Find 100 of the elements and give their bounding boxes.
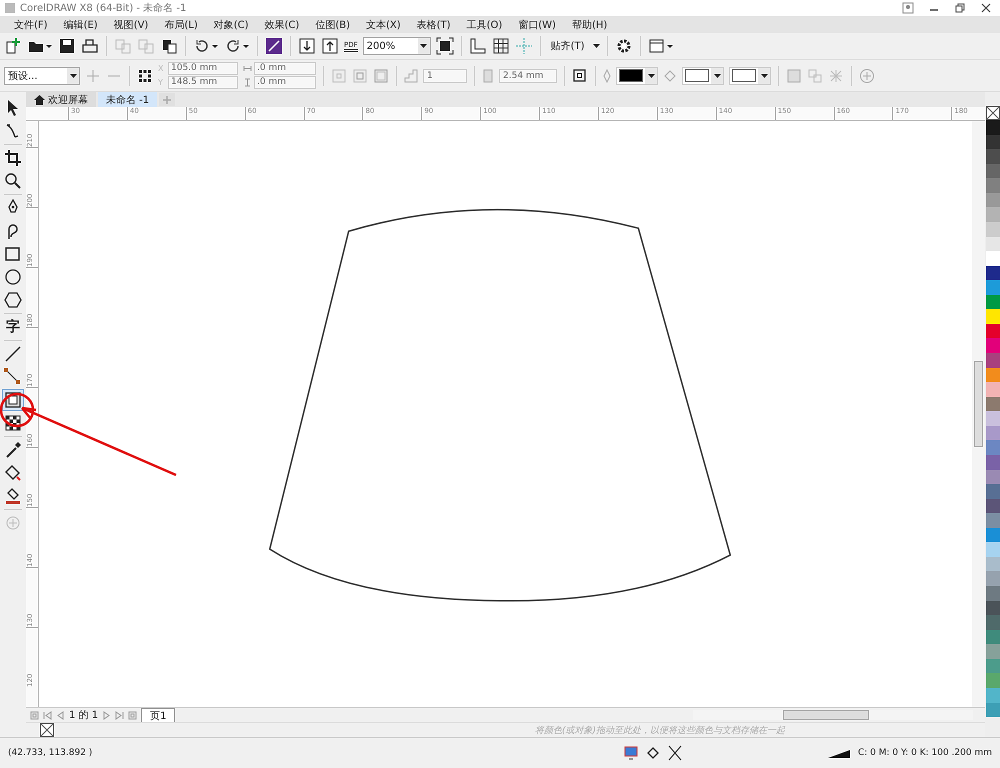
outline-color-dropdown[interactable] xyxy=(616,66,658,84)
height-field[interactable]: .0 mm xyxy=(254,76,316,89)
menu-item[interactable]: 窗口(W) xyxy=(510,18,564,32)
paste-icon[interactable] xyxy=(160,37,178,55)
color-swatch[interactable] xyxy=(986,484,1000,499)
color-swatch[interactable] xyxy=(986,120,1000,135)
window-icon[interactable] xyxy=(648,37,674,55)
color-swatch[interactable] xyxy=(986,164,1000,178)
rulers-icon[interactable] xyxy=(468,37,487,55)
color-swatch[interactable] xyxy=(986,615,1000,630)
caret-icon[interactable] xyxy=(70,74,76,78)
full-screen-icon[interactable] xyxy=(436,37,454,55)
color-swatch[interactable] xyxy=(986,658,1000,674)
color-swatch[interactable] xyxy=(986,396,1000,412)
color-swatch[interactable] xyxy=(986,454,1000,470)
grid-icon[interactable] xyxy=(492,37,510,55)
restore-icon[interactable] xyxy=(954,2,966,14)
reference-point-icon[interactable] xyxy=(137,68,153,84)
caret-icon[interactable] xyxy=(420,44,428,48)
menu-item[interactable]: 文件(F) xyxy=(6,18,56,32)
page-tab[interactable]: 页1 xyxy=(141,708,176,722)
color-swatch[interactable] xyxy=(986,382,1000,397)
menu-item[interactable]: 布局(L) xyxy=(156,18,206,32)
x-position-field[interactable]: 105.0 mm xyxy=(168,62,238,75)
app-launcher-icon[interactable] xyxy=(265,37,283,55)
horizontal-scrollbar[interactable] xyxy=(693,710,973,720)
menu-item[interactable]: 位图(B) xyxy=(307,18,358,32)
no-color-icon[interactable] xyxy=(40,723,54,737)
color-swatch[interactable] xyxy=(986,280,1000,295)
color-swatch[interactable] xyxy=(986,513,1000,528)
steps-field[interactable]: 1 xyxy=(423,68,467,82)
document-tab[interactable]: 欢迎屏幕 xyxy=(26,92,96,107)
caret-icon[interactable] xyxy=(648,74,654,78)
snap-dropdown[interactable]: 贴齐(T) xyxy=(548,39,588,53)
color-swatch[interactable] xyxy=(986,600,1000,616)
document-tab[interactable]: 未命名 -1 xyxy=(98,92,158,107)
line-icon[interactable] xyxy=(3,344,23,364)
color-swatch[interactable] xyxy=(986,542,1000,557)
color-swatch[interactable] xyxy=(986,411,1000,426)
menu-item[interactable]: 编辑(E) xyxy=(56,18,106,32)
color-swatch[interactable] xyxy=(986,556,1000,572)
caret-icon[interactable] xyxy=(592,44,600,48)
color-swatch[interactable] xyxy=(986,426,1000,440)
color-swatch[interactable] xyxy=(986,440,1000,455)
width-field[interactable]: .0 mm xyxy=(254,62,316,75)
new-document-icon[interactable] xyxy=(4,37,22,55)
vertical-scrollbar[interactable] xyxy=(972,121,985,707)
color-swatch[interactable] xyxy=(986,470,1000,484)
color-swatch[interactable] xyxy=(986,498,1000,514)
zoom-icon[interactable] xyxy=(3,171,23,191)
caret-icon[interactable] xyxy=(714,74,720,78)
menu-item[interactable]: 文本(X) xyxy=(358,18,409,32)
accel-color-dropdown[interactable] xyxy=(729,66,771,84)
color-swatch[interactable] xyxy=(986,149,1000,164)
zoom-level-dropdown[interactable]: 200% xyxy=(362,37,431,55)
account-icon[interactable] xyxy=(902,2,914,14)
text-tool[interactable]: 字 xyxy=(3,317,23,337)
color-swatch[interactable] xyxy=(986,178,1000,193)
color-swatch[interactable] xyxy=(986,338,1000,353)
close-icon[interactable] xyxy=(980,2,992,14)
offset-field[interactable]: 2.54 mm xyxy=(499,68,557,82)
menu-item[interactable]: 工具(O) xyxy=(458,18,510,32)
fill-color-dropdown[interactable] xyxy=(682,66,724,84)
color-swatch[interactable] xyxy=(986,222,1000,236)
menu-item[interactable]: 帮助(H) xyxy=(564,18,616,32)
menu-item[interactable]: 对象(C) xyxy=(206,18,257,32)
print-icon[interactable] xyxy=(81,37,99,55)
import-icon[interactable] xyxy=(298,37,316,55)
color-swatch[interactable] xyxy=(986,324,1000,338)
smart-fill-icon[interactable] xyxy=(3,486,23,506)
color-swatch[interactable] xyxy=(986,266,1000,280)
caret-icon[interactable] xyxy=(760,74,768,78)
color-swatch[interactable] xyxy=(986,644,1000,659)
color-swatch[interactable] xyxy=(986,353,1000,368)
fill-bucket-icon[interactable] xyxy=(3,463,23,483)
crop-icon[interactable] xyxy=(3,148,23,168)
color-swatch[interactable] xyxy=(986,309,1000,324)
y-position-field[interactable]: 148.5 mm xyxy=(168,76,238,89)
color-swatch[interactable] xyxy=(986,586,1000,601)
color-swatch[interactable] xyxy=(986,251,1000,266)
corner-icon[interactable] xyxy=(572,68,588,84)
color-swatch[interactable] xyxy=(986,702,1000,718)
settings-icon[interactable] xyxy=(614,37,633,55)
connector-icon[interactable] xyxy=(3,367,23,387)
color-swatch[interactable] xyxy=(986,192,1000,208)
menu-item[interactable]: 视图(V) xyxy=(106,18,156,32)
no-color-swatch[interactable] xyxy=(986,106,1000,120)
polygon-icon[interactable] xyxy=(3,290,23,310)
color-swatch[interactable] xyxy=(986,368,1000,382)
ellipse-icon[interactable] xyxy=(3,267,23,287)
export-icon[interactable] xyxy=(321,37,339,55)
color-swatch[interactable] xyxy=(986,134,1000,150)
color-swatch[interactable] xyxy=(986,630,1000,644)
color-swatch[interactable] xyxy=(986,571,1000,586)
menu-item[interactable]: 表格(T) xyxy=(408,18,459,32)
color-swatch[interactable] xyxy=(986,673,1000,688)
save-icon[interactable] xyxy=(58,37,76,55)
color-swatch[interactable] xyxy=(986,528,1000,542)
color-swatch[interactable] xyxy=(986,688,1000,702)
color-swatch[interactable] xyxy=(986,236,1000,252)
